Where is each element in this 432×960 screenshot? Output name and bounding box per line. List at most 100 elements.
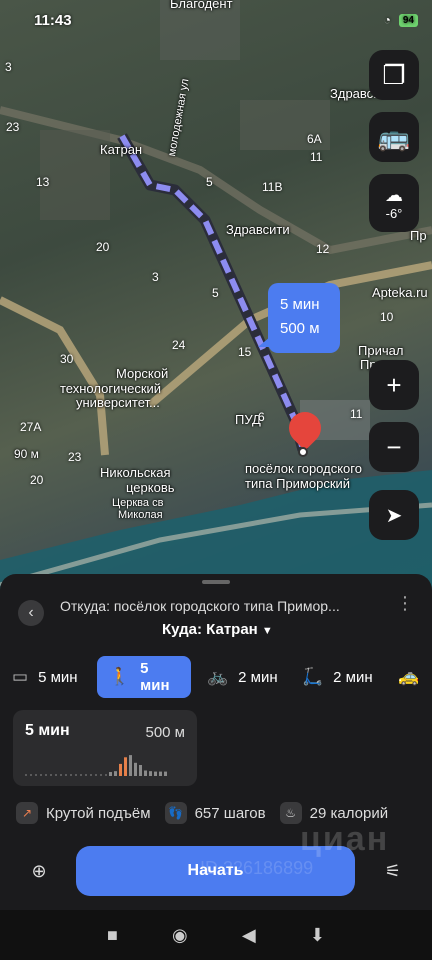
house-number: 3 xyxy=(5,60,12,74)
route-duration-badge: 5 мин 500 м xyxy=(258,283,340,353)
elevation-bar xyxy=(109,772,112,776)
bike-icon: 🚲 xyxy=(207,667,229,686)
wifi-icon: ◔ xyxy=(383,13,391,27)
transport-button[interactable]: 🚌 xyxy=(369,112,419,162)
mode-taxi[interactable]: 🚕 xyxy=(386,656,430,698)
watermark-id: ID 326186899 xyxy=(200,858,314,878)
map-label-blagodent: Благодент xyxy=(170,0,233,11)
map-label-zdravsiti: Здравсити xyxy=(226,222,290,237)
route-badge-time: 5 мин xyxy=(280,296,320,313)
map-label-univ2: технологический xyxy=(60,381,162,396)
house-number: 27А xyxy=(20,420,42,434)
zoom-in-button[interactable]: + xyxy=(369,360,419,410)
assistant-icon[interactable]: ⬇ xyxy=(310,925,325,946)
route-card-distance: 500 м xyxy=(145,724,185,741)
map-label-pr: Пр xyxy=(410,228,427,243)
bus-icon: ▭ xyxy=(12,667,29,686)
weather-temp: -6° xyxy=(385,206,403,221)
house-number: 6А xyxy=(307,132,322,146)
sheet-handle[interactable] xyxy=(202,580,230,584)
taxi-icon: 🚕 xyxy=(398,667,420,686)
mode-bike-time: 2 мин xyxy=(238,668,278,686)
house-number: 5 xyxy=(206,175,213,189)
stat-steps: 👣 657 шагов xyxy=(164,802,266,824)
elevation-bar xyxy=(124,757,127,776)
footprints-icon: 👣 xyxy=(164,802,187,824)
house-number: 11В xyxy=(262,180,283,194)
house-number: 12 xyxy=(316,242,330,256)
mode-transit-time: 5 мин xyxy=(38,668,78,686)
chevron-down-icon: ▼ xyxy=(261,625,273,637)
route-from[interactable]: Откуда: посёлок городского типа Примор..… xyxy=(60,598,380,614)
home-icon[interactable]: ◉ xyxy=(172,925,188,946)
map-label-church2: церковь xyxy=(126,480,175,495)
house-number: 3 xyxy=(152,270,159,284)
walk-icon: 🚶 xyxy=(109,667,131,686)
status-icons: ◔ 94 xyxy=(384,13,418,27)
scooter-icon: 🛴 xyxy=(302,667,324,686)
settings-sliders-icon[interactable]: ⚟ xyxy=(380,858,406,884)
back-nav-icon[interactable]: ◀ xyxy=(242,925,256,946)
layers-icon: ❐ xyxy=(382,59,406,90)
house-number: 20 xyxy=(30,473,44,487)
mode-scooter[interactable]: 🛴 2 мин xyxy=(290,656,386,698)
mode-scooter-time: 2 мин xyxy=(333,668,373,686)
house-number: 11 xyxy=(350,407,363,421)
chevron-left-icon: ‹ xyxy=(28,604,34,621)
bus-icon: 🚌 xyxy=(377,121,411,152)
mode-walk-time: 5 мин xyxy=(140,660,170,694)
mode-bike[interactable]: 🚲 2 мин xyxy=(195,656,290,698)
weather-button[interactable]: ☁ -6° xyxy=(369,174,419,232)
mode-walk[interactable]: 🚶 5 мин xyxy=(97,656,191,698)
stat-calories-label: 29 калорий xyxy=(309,804,389,822)
route-badge-distance: 500 м xyxy=(280,320,320,337)
house-number: 30 xyxy=(60,352,74,366)
route-to-label: Куда: Катран xyxy=(162,621,258,638)
map-label-pud: ПУД xyxy=(235,412,261,427)
recents-icon[interactable]: ■ xyxy=(107,925,118,946)
route-to[interactable]: Куда: Катран ▼ xyxy=(162,621,273,638)
mode-transit[interactable]: ▭ 5 мин xyxy=(0,656,97,698)
elevation-bar xyxy=(144,770,147,776)
elevation-bar xyxy=(164,771,167,776)
more-icon[interactable]: ⋮ xyxy=(396,594,414,612)
elevation-profile xyxy=(25,755,167,776)
house-number: 10 xyxy=(380,310,394,324)
zoom-out-button[interactable]: − xyxy=(369,422,419,472)
route-option-card[interactable]: 5 мин 500 м xyxy=(13,710,197,786)
stat-steps-label: 657 шагов xyxy=(194,804,266,822)
house-number: 13 xyxy=(36,175,50,189)
stat-climb: ↗ Крутой подъём xyxy=(16,802,151,824)
map-label-dest1: посёлок городского xyxy=(245,461,362,476)
elevation-bar xyxy=(134,762,137,776)
layers-button[interactable]: ❐ xyxy=(369,50,419,100)
battery-icon: 94 xyxy=(398,13,418,27)
elevation-bar xyxy=(139,765,142,776)
map-label-prichal: Причал xyxy=(358,343,404,358)
elevation-bar xyxy=(114,771,117,776)
map-label-univ3: университет... xyxy=(76,395,160,410)
my-location-button[interactable]: ➤ xyxy=(369,490,419,540)
house-number: 23 xyxy=(68,450,82,464)
add-waypoint-icon[interactable]: ⊕ xyxy=(26,858,52,884)
transport-modes: ▭ 5 мин 🚶 5 мин 🚲 2 мин 🛴 2 мин 🚕 xyxy=(0,654,432,700)
map-view[interactable]: 11:43 ◔ 94 Благодент молодежная ул Катра… xyxy=(0,0,432,600)
android-nav-bar: ■ ◉ ◀ ⬇ xyxy=(0,910,432,960)
elevation-bar xyxy=(159,771,162,776)
back-button[interactable]: ‹ xyxy=(18,600,44,626)
map-label-dest2: типа Приморский xyxy=(245,476,351,491)
house-number: 11 xyxy=(310,150,323,164)
elevation-bar xyxy=(129,755,132,776)
map-label-univ1: Морской xyxy=(116,366,169,381)
house-number: 15 xyxy=(238,345,252,359)
map-scale: 90 м xyxy=(14,447,39,461)
stat-climb-label: Крутой подъём xyxy=(46,804,151,822)
climb-icon: ↗ xyxy=(16,802,38,824)
location-arrow-icon: ➤ xyxy=(385,504,403,527)
elevation-bar xyxy=(154,771,157,776)
map-label-church4: Миколая xyxy=(118,509,163,521)
house-number: 23 xyxy=(6,120,20,134)
map-label-church1: Никольская xyxy=(100,465,171,480)
elevation-bar xyxy=(149,771,152,776)
house-number: 20 xyxy=(96,240,110,254)
